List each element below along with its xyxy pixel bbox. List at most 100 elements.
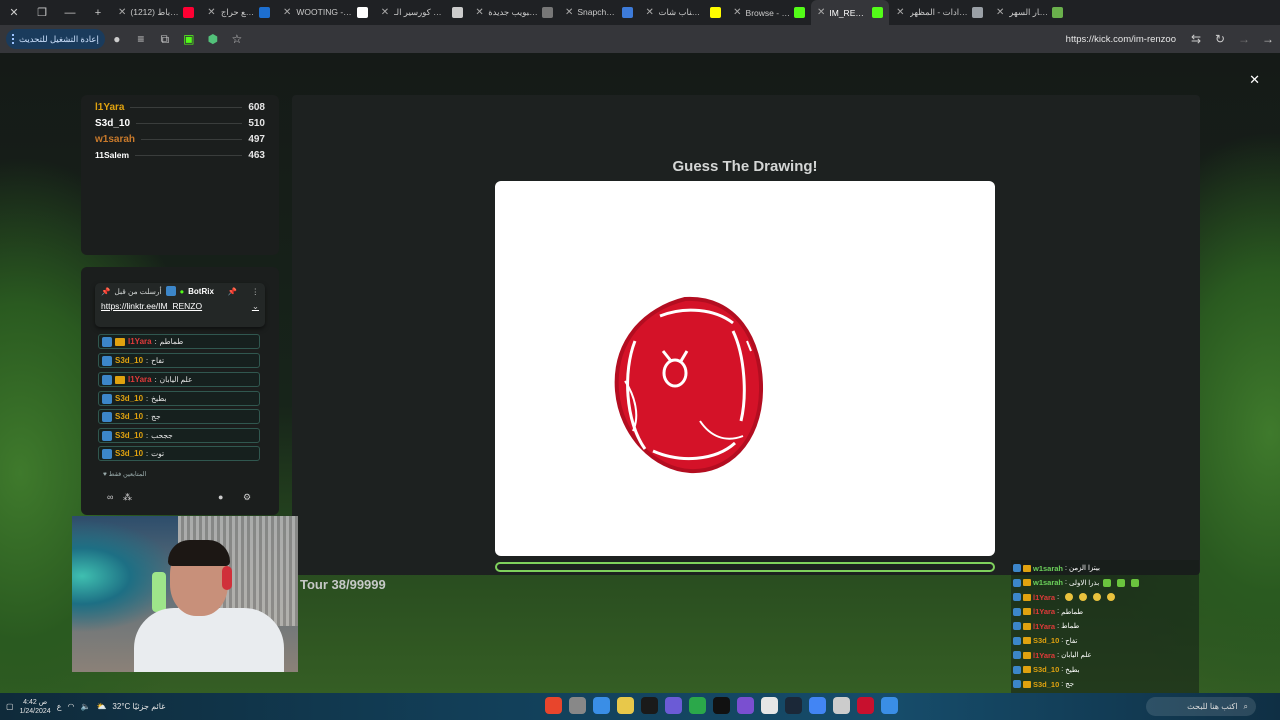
browser-tab[interactable]: ✕الإعدادات - المظهر <box>889 0 989 25</box>
tab-close-icon[interactable]: ✕ <box>995 7 1005 18</box>
chat-username[interactable]: w1sarah <box>1033 564 1063 573</box>
edge-icon[interactable] <box>881 697 898 714</box>
chat-username[interactable]: w1sarah <box>1033 578 1063 587</box>
window-restore-icon[interactable]: ❐ <box>28 0 56 25</box>
chat-username[interactable]: l1Yara <box>128 337 152 346</box>
weather-icon[interactable]: ⛅ <box>96 702 106 711</box>
chat-username[interactable]: S3d_10 <box>1033 665 1059 674</box>
reading-list-icon[interactable]: ≡ <box>129 27 153 51</box>
xbox-icon[interactable] <box>689 697 706 714</box>
window-close-icon[interactable]: ✕ <box>0 0 28 25</box>
chat-message[interactable]: l1Yara: علم اليابان <box>1013 648 1092 662</box>
chat-username[interactable]: S3d_10 <box>115 431 143 440</box>
chat-message[interactable]: l1Yara: طماطم <box>98 334 260 349</box>
settings-icon[interactable] <box>569 697 586 714</box>
taskbar-search[interactable]: اكتب هنا للبحث ⌕ <box>1146 697 1256 716</box>
browser-tab[interactable]: ✕ علامة تبويب جديدة <box>469 0 559 25</box>
users-icon[interactable]: ⁂ <box>123 492 132 503</box>
chrome-icon[interactable] <box>809 697 826 714</box>
new-tab-button[interactable]: + <box>84 0 112 25</box>
chat-username[interactable]: S3d_10 <box>115 449 143 458</box>
browser-tab[interactable]: ✕ WOOTING - بحث <box>276 0 374 25</box>
back-icon[interactable]: → <box>1256 27 1280 51</box>
tab-close-icon[interactable]: ✕ <box>895 7 906 18</box>
tab-close-icon[interactable]: ✕ <box>118 7 126 18</box>
network-icon[interactable]: ◠ <box>68 702 75 711</box>
notification-icon[interactable]: ▢ <box>6 702 14 711</box>
discord-icon[interactable] <box>617 697 634 714</box>
chat-username[interactable]: l1Yara <box>128 375 152 384</box>
extensions-icon[interactable]: ⧉ <box>153 27 177 51</box>
site-settings-icon[interactable]: ⇆ <box>1184 27 1208 51</box>
tab-close-icon[interactable]: ✕ <box>206 7 217 18</box>
tab-close-icon[interactable]: ✕ <box>733 7 742 18</box>
bookmark-star-icon[interactable]: ☆ <box>225 27 249 51</box>
browser-tab[interactable]: ✕ IM_RENZOO Str <box>811 0 889 25</box>
chat-message[interactable]: S3d_10: تفاح <box>98 353 260 368</box>
tab-close-icon[interactable]: ✕ <box>282 7 292 18</box>
chat-username[interactable]: S3d_10 <box>1033 680 1059 689</box>
chat-username[interactable]: S3d_10 <box>115 412 143 421</box>
brave-icon[interactable] <box>545 697 562 714</box>
infinity-icon[interactable]: ∞ <box>107 492 113 502</box>
chat-username[interactable]: l1Yara <box>1033 607 1055 616</box>
chat-message[interactable]: w1sarah: بيتزا الزمن <box>1013 561 1100 575</box>
chat-message[interactable]: S3d_10:توت <box>98 446 260 461</box>
app-icon[interactable] <box>737 697 754 714</box>
app-icon[interactable] <box>665 697 682 714</box>
chat-message[interactable]: S3d_10: بطيخ <box>1013 663 1080 677</box>
chat-message[interactable]: w1sarah: بذرا الاولى <box>1013 576 1141 590</box>
chat-message[interactable]: l1Yara: <box>1013 590 1117 604</box>
chat-username[interactable]: l1Yara <box>1033 593 1055 602</box>
browser-tab[interactable]: ✕Browse - Kick St <box>727 0 811 25</box>
window-minimize-icon[interactable]: — <box>56 0 84 25</box>
tab-close-icon[interactable]: ✕ <box>645 7 654 18</box>
chat-message[interactable]: l1Yara: علم اليابان <box>98 372 260 387</box>
volume-icon[interactable]: 🔈 <box>80 702 90 711</box>
address-bar[interactable]: https://kick.com/im-renzoo <box>1066 34 1176 45</box>
chat-username[interactable]: l1Yara <box>1033 651 1055 660</box>
tab-close-icon[interactable]: ✕ <box>817 7 825 18</box>
chat-username[interactable]: S3d_10 <box>115 394 143 403</box>
language-icon[interactable]: ع <box>57 702 62 711</box>
obs-icon[interactable] <box>833 697 850 714</box>
browser-tab[interactable]: ✕ موقع حراج <box>200 0 276 25</box>
chat-message[interactable]: l1Yara: طماطم <box>1013 605 1083 619</box>
reload-icon[interactable]: ↻ <box>1208 27 1232 51</box>
chat-username[interactable]: S3d_10 <box>1033 636 1059 645</box>
close-overlay-icon[interactable]: ✕ <box>1249 72 1260 88</box>
files-icon[interactable] <box>593 697 610 714</box>
steam-icon[interactable] <box>785 697 802 714</box>
weather-text[interactable]: 32°C غائم جزئيًا <box>112 702 165 711</box>
tab-close-icon[interactable]: ✕ <box>565 7 573 18</box>
clock[interactable]: 4:42 ص 1/24/2024 <box>20 698 51 716</box>
chat-settings-gear-icon[interactable]: ⚙ <box>243 492 251 503</box>
app-icon[interactable] <box>857 697 874 714</box>
chat-message[interactable]: l1Yara: طماط <box>1013 619 1079 633</box>
chat-message[interactable]: S3d_10: جج <box>1013 677 1074 691</box>
chat-message[interactable]: S3d_10: جج <box>98 409 260 424</box>
epic-icon[interactable] <box>713 697 730 714</box>
browser-tab[interactable]: ✕ أشجار السهر <box>989 0 1069 25</box>
chevron-down-icon[interactable]: ⌄ <box>252 301 259 312</box>
pinned-link[interactable]: https://linktr.ee/IM_RENZO <box>101 301 202 312</box>
chat-username[interactable]: S3d_10 <box>115 356 143 365</box>
shield-extension-icon[interactable]: ⬢ <box>201 27 225 51</box>
chat-message[interactable]: S3d_10: بطيخ <box>98 391 260 406</box>
terminal-icon[interactable] <box>641 697 658 714</box>
tab-close-icon[interactable]: ✕ <box>475 7 484 18</box>
browser-tab[interactable]: ✕ منتجات كورسير الـ <box>374 0 469 25</box>
files-icon[interactable] <box>761 697 778 714</box>
forward-icon[interactable]: → <box>1232 27 1256 51</box>
browser-tab[interactable]: ✕ Snapchat - على <box>559 0 639 25</box>
browser-tab[interactable]: ✕ (1212) رياكشن رباط <box>112 0 200 25</box>
kick-extension-icon[interactable]: ▣ <box>177 27 201 51</box>
more-options-icon[interactable]: ⋮ <box>252 287 260 296</box>
profile-icon[interactable]: ● <box>105 27 129 51</box>
tab-close-icon[interactable]: ✕ <box>380 7 390 18</box>
chat-message[interactable]: S3d_10: تفاح <box>1013 634 1077 648</box>
browser-tab[interactable]: ✕ نزّل | سناب شات <box>639 0 727 25</box>
update-restart-button[interactable]: إعادة التشغيل للتحديث <box>6 29 105 49</box>
chat-username[interactable]: l1Yara <box>1033 622 1055 631</box>
chat-message[interactable]: S3d_10:ججحب <box>98 428 260 443</box>
